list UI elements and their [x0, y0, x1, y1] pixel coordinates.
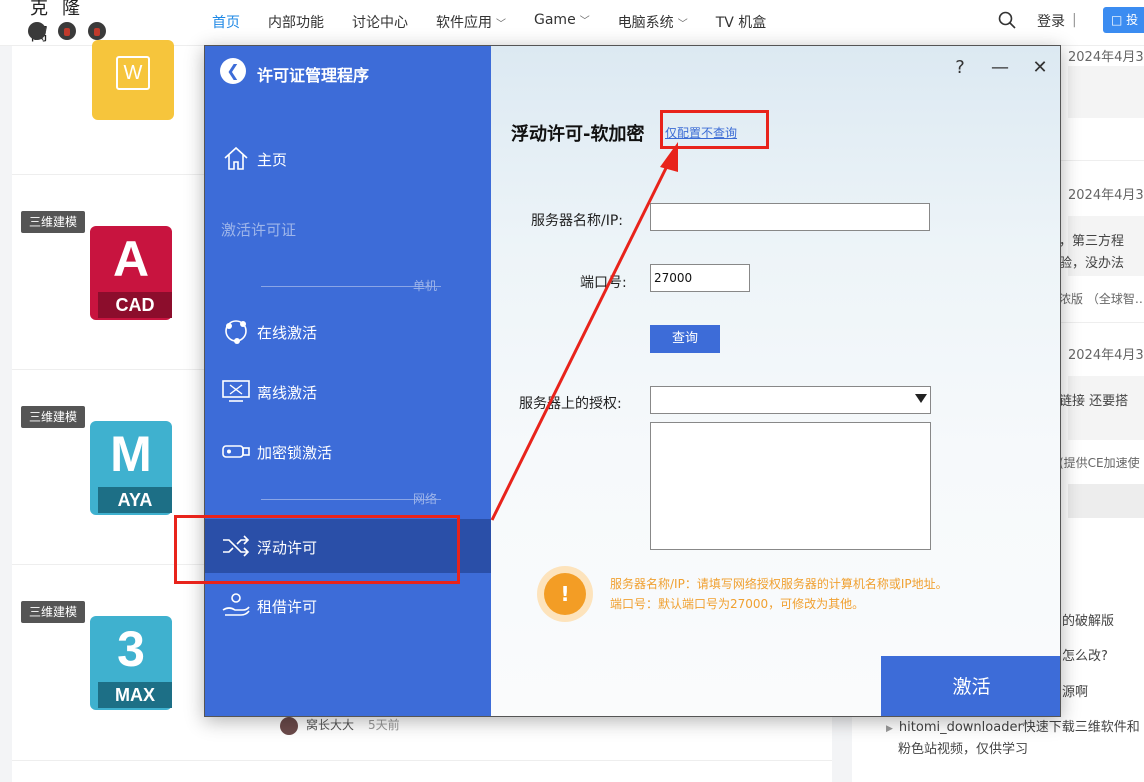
list-item-text[interactable]: 浓版 （全球智… — [1059, 290, 1144, 307]
placeholder-block — [1068, 484, 1144, 518]
category-tag[interactable]: 三维建模 — [21, 406, 85, 428]
post-meta: 窝长大大 5天前 — [280, 716, 400, 735]
sidebar-item-lease-license[interactable]: 租借许可 — [205, 580, 491, 630]
list-item-text[interactable]: 验，没办法 — [1059, 252, 1124, 271]
search-icon[interactable] — [998, 11, 1016, 29]
hint-text: 服务器名称/IP：请填写网络授权服务器的计算机名称或IP地址。 — [610, 577, 948, 591]
ant-icon — [58, 22, 76, 40]
monitor-icon — [222, 380, 250, 402]
sidebar-item-label: 加密锁激活 — [257, 444, 333, 462]
usb-dongle-icon — [222, 445, 250, 458]
menu-item-software[interactable]: 软件应用 ﹀ — [436, 12, 506, 32]
list-item-text[interactable]: 粉色站视频，仅供学习 — [898, 738, 1028, 757]
menu-item-home[interactable]: 首页 — [212, 12, 240, 32]
sidebar-item-offline-activate[interactable]: 离线激活 — [205, 366, 491, 416]
chevron-down-icon: ﹀ — [579, 16, 590, 27]
divider — [12, 760, 832, 761]
post-time: 5天前 — [368, 718, 400, 732]
list-item-text[interactable]: ▶ hitomi_downloader快速下载三维软件和 — [886, 716, 1140, 735]
menu-item-internal[interactable]: 内部功能 — [268, 12, 324, 32]
ant-icon — [88, 22, 106, 40]
placeholder-block — [1068, 66, 1144, 118]
sidebar-item-home[interactable]: 主页 — [205, 133, 491, 183]
list-item-text[interactable]: 源啊 — [1062, 681, 1088, 700]
license-manager-window: ❮ 许可证管理程序 主页 激活许可证 单机 在线激活 离线激活 加密锁激活 网络… — [204, 45, 1061, 717]
main-menu: 首页 内部功能 讨论中心 软件应用 ﹀ Game ﹀ 电脑系统 ﹀ TV 机盒 — [212, 12, 794, 32]
sidebar-item-online-activate[interactable]: 在线激活 — [205, 306, 491, 356]
list-item-text[interactable]: 怎么改? — [1062, 645, 1108, 664]
shuffle-icon — [223, 535, 250, 557]
back-arrow-icon[interactable]: ❮ — [220, 58, 246, 84]
page-title: 浮动许可-软加密 — [511, 124, 645, 145]
sidebar-item-label: 离线激活 — [257, 384, 318, 402]
list-item-text[interactable]: (提供CE加速使 — [1059, 454, 1140, 471]
hand-share-icon — [222, 593, 250, 616]
license-details-textarea[interactable] — [650, 422, 931, 550]
license-select[interactable] — [650, 386, 931, 414]
help-button[interactable]: ? — [948, 56, 972, 80]
dialog-main-panel: ? — ✕ 浮动许可-软加密 仅配置不查询 服务器名称/IP: 端口号: 270… — [491, 46, 1060, 716]
menu-item-game[interactable]: Game ﹀ — [534, 12, 590, 32]
category-tag[interactable]: 三维建模 — [21, 601, 85, 623]
section-label-network: 网络 — [413, 492, 438, 506]
server-input[interactable] — [650, 203, 930, 231]
dropdown-arrow-icon — [915, 394, 927, 403]
close-button[interactable]: ✕ — [1028, 56, 1052, 80]
list-date: 2024年4月3日 — [1068, 50, 1144, 65]
port-label: 端口号: — [580, 275, 627, 291]
chevron-down-icon: ﹀ — [677, 19, 688, 30]
list-item-text[interactable]: 的破解版 — [1062, 610, 1114, 629]
maya-app-icon[interactable]: M AYA — [90, 421, 172, 515]
sidebar-item-label: 浮动许可 — [257, 539, 318, 557]
sidebar-item-label: 主页 — [257, 151, 288, 169]
dialog-sidebar: ❮ 许可证管理程序 主页 激活许可证 单机 在线激活 离线激活 加密锁激活 网络… — [205, 46, 491, 716]
autocad-app-icon[interactable]: A CAD — [90, 226, 172, 320]
warning-icon: ! — [537, 566, 593, 622]
sidebar-item-label: 在线激活 — [257, 324, 318, 342]
list-item-text[interactable]: ，第三方程 — [1059, 230, 1124, 249]
sidebar-item-label: 租借许可 — [257, 598, 318, 616]
dialog-title: 许可证管理程序 — [257, 66, 370, 85]
home-icon — [224, 146, 248, 170]
login-link[interactable]: 登录 — [1037, 11, 1065, 31]
section-label-single: 单机 — [413, 279, 438, 293]
query-button[interactable]: 查询 — [650, 325, 720, 353]
hint-text: 端口号：默认端口号为27000，可修改为其他。 — [610, 597, 865, 611]
minimize-button[interactable]: — — [988, 56, 1012, 80]
top-navbar: 克隆窝 首页 内部功能 讨论中心 软件应用 ﹀ Game ﹀ 电脑系统 ﹀ TV 机盒… — [0, 0, 1144, 46]
sidebar-item-dongle-activate[interactable]: 加密锁激活 — [205, 426, 491, 476]
category-tag[interactable]: 三维建模 — [21, 211, 85, 233]
post-button[interactable]: □ 投 — [1103, 7, 1144, 33]
bullet-icon: ▶ — [886, 724, 893, 734]
network-nodes-icon — [225, 320, 247, 344]
sidebar-item-floating-license[interactable]: 浮动许可 — [205, 519, 491, 573]
ant-icon — [28, 22, 46, 40]
site-logo[interactable]: 克隆窝 — [26, 0, 116, 45]
author-name[interactable]: 窝长大大 — [306, 718, 354, 732]
port-input[interactable]: 27000 — [650, 264, 750, 292]
list-item-text[interactable]: 链接 还要搭 — [1059, 390, 1128, 409]
menu-item-discussion[interactable]: 讨论中心 — [352, 12, 408, 32]
server-label: 服务器名称/IP: — [531, 213, 624, 229]
sidebar-section-title: 激活许可证 — [221, 221, 297, 239]
list-date: 2024年4月3日 — [1068, 188, 1144, 203]
list-date: 2024年4月3日 — [1068, 348, 1144, 363]
menu-item-os[interactable]: 电脑系统 ﹀ — [618, 12, 688, 32]
nav-separator: | — [1072, 12, 1077, 28]
config-only-link[interactable]: 仅配置不查询 — [665, 124, 737, 141]
word-app-icon[interactable]: W — [92, 40, 174, 120]
license-label: 服务器上的授权: — [519, 396, 622, 412]
3dsmax-app-icon[interactable]: 3 MAX — [90, 616, 172, 710]
menu-item-tv[interactable]: TV 机盒 — [716, 12, 767, 32]
chevron-down-icon: ﹀ — [496, 19, 506, 30]
activate-button[interactable]: 激活 — [881, 656, 1060, 716]
avatar[interactable] — [280, 716, 298, 735]
